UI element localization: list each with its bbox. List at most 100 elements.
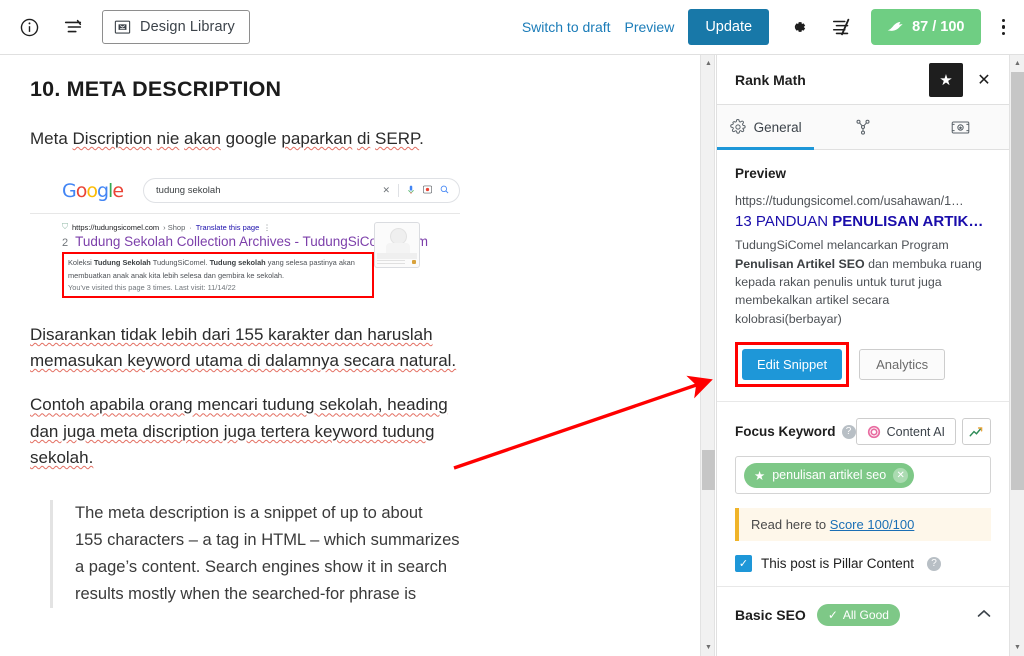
- update-button[interactable]: Update: [688, 9, 770, 45]
- content-ai-button[interactable]: Content AI: [855, 418, 956, 446]
- scrollbar-thumb[interactable]: [1011, 72, 1024, 490]
- design-library-button[interactable]: Design Library: [102, 10, 250, 44]
- scroll-down-arrow-icon[interactable]: ▼: [701, 639, 716, 656]
- rank-math-panel: Rank Math ★ ✕ General Preview https://tu…: [716, 55, 1009, 656]
- post-content-area[interactable]: 10. META DESCRIPTION Meta Discription ni…: [0, 55, 700, 656]
- rank-math-header-actions: ★ ✕: [929, 62, 999, 97]
- microphone-icon[interactable]: [407, 185, 415, 197]
- focus-keyword-actions: Content AI: [855, 418, 991, 446]
- elementor-icon[interactable]: [827, 12, 857, 42]
- editor-app: Design Library Switch to draft Preview U…: [0, 0, 1024, 656]
- panel-scrollbar[interactable]: ▲ ▼: [1009, 55, 1024, 656]
- pillar-content-label: This post is Pillar Content: [761, 556, 915, 572]
- preview-section: Preview https://tudungsicomel.com/usahaw…: [717, 150, 1009, 403]
- paragraph-block-3[interactable]: Contoh apabila orang mencari tudung seko…: [30, 392, 666, 471]
- quote-line-3: a page’s content. Search engines show it…: [75, 557, 448, 576]
- serp-rank-number: 2: [62, 237, 69, 250]
- preview-title[interactable]: 13 PANDUAN PENULISAN ARTIK…: [735, 212, 991, 232]
- close-icon[interactable]: ✕: [382, 185, 390, 196]
- tab-social[interactable]: [912, 105, 1009, 149]
- paragraph-block-2[interactable]: Disarankan tidak lebih dari 155 karakter…: [30, 322, 666, 375]
- serp-thumbnail: [374, 222, 420, 269]
- tab-general[interactable]: General: [717, 105, 815, 150]
- seo-score-value: 87 / 100: [912, 19, 965, 35]
- preview-url: https://tudungsicomel.com/usahawan/1…: [735, 194, 964, 208]
- google-search-box[interactable]: tudung sekolah ✕: [143, 178, 460, 204]
- spellcheck-word: nie: [156, 129, 180, 148]
- rank-math-title: Rank Math: [735, 71, 806, 88]
- quote-text: The meta description is a snippet of up …: [75, 500, 666, 609]
- status-badge-label: All Good: [842, 608, 889, 623]
- pillar-content-row[interactable]: ✓ This post is Pillar Content ?: [735, 555, 991, 573]
- info-icon[interactable]: [14, 12, 44, 42]
- rank-math-icon: [887, 21, 904, 34]
- preview-button[interactable]: Preview: [625, 19, 675, 35]
- rank-math-header: Rank Math ★ ✕: [717, 55, 1009, 105]
- design-library-icon: [113, 18, 132, 37]
- serp-result: ⛉ https://tudungsicomel.com › Shop · Tra…: [30, 214, 460, 303]
- basic-seo-title: Basic SEO: [735, 607, 806, 624]
- paragraph-3-line-1: Contoh apabila orang mencari tudung seko…: [30, 395, 448, 415]
- content-ai-icon: [867, 425, 881, 439]
- search-icon[interactable]: [440, 185, 449, 196]
- close-icon[interactable]: ✕: [969, 65, 999, 95]
- score-link[interactable]: Score 100/100: [830, 517, 915, 532]
- editor-scrollbar[interactable]: ▲ ▼: [700, 55, 715, 656]
- serp-url[interactable]: https://tudungsicomel.com: [72, 223, 159, 232]
- spellcheck-word: akan: [184, 129, 221, 148]
- focus-keyword-section: Focus Keyword ? Content AI ★ penulisan a…: [717, 402, 1009, 588]
- analytics-button[interactable]: Analytics: [859, 349, 946, 381]
- seo-score-badge[interactable]: 87 / 100: [871, 9, 981, 45]
- list-view-icon[interactable]: [58, 12, 88, 42]
- kebab-menu-icon[interactable]: [995, 15, 1013, 40]
- rank-math-body: Preview https://tudungsicomel.com/usahaw…: [717, 150, 1009, 655]
- focus-keyword-header: Focus Keyword ? Content AI: [735, 418, 991, 446]
- rank-math-tabs: General: [717, 105, 1009, 150]
- focus-keyword-label: Focus Keyword: [735, 424, 836, 440]
- serp-visited-note: You've visited this page 3 times. Last v…: [68, 282, 236, 292]
- star-icon: ★: [754, 468, 766, 483]
- trend-icon[interactable]: [962, 418, 991, 446]
- scroll-up-arrow-icon[interactable]: ▲: [1010, 55, 1024, 72]
- quote-block[interactable]: The meta description is a snippet of up …: [50, 499, 666, 609]
- tab-general-label: General: [753, 119, 802, 135]
- google-logo: Google: [62, 179, 124, 202]
- schema-share-icon: [854, 118, 872, 136]
- paragraph-3-line-3: sekolah.: [30, 448, 94, 468]
- kebab-menu-icon[interactable]: ⋮: [263, 223, 270, 232]
- remove-keyword-icon[interactable]: ✕: [893, 467, 909, 483]
- edit-snippet-button[interactable]: Edit Snippet: [742, 349, 843, 381]
- divider: [398, 184, 399, 198]
- spellcheck-word: Discription: [72, 129, 152, 148]
- scroll-down-arrow-icon[interactable]: ▼: [1010, 639, 1024, 656]
- edit-snippet-highlight: Edit Snippet: [735, 342, 850, 388]
- tab-schema[interactable]: [814, 105, 911, 149]
- spellcheck-word: SERP: [375, 129, 420, 148]
- spellcheck-word: di: [357, 129, 371, 148]
- scroll-up-arrow-icon[interactable]: ▲: [701, 55, 716, 72]
- pillar-content-checkbox[interactable]: ✓: [735, 555, 752, 573]
- chevron-up-icon[interactable]: [977, 609, 991, 621]
- paragraph-block-1[interactable]: Meta Discription nie akan google paparka…: [30, 126, 666, 152]
- status-badge[interactable]: ✓ All Good: [816, 604, 900, 627]
- keyword-chip[interactable]: ★ penulisan artikel seo ✕: [744, 462, 915, 488]
- star-icon[interactable]: ★: [929, 62, 963, 97]
- serp-screenshot-block[interactable]: Google tudung sekolah ✕ ⛉ https://tudung…: [30, 172, 460, 304]
- help-icon[interactable]: ?: [841, 424, 856, 439]
- paragraph-3-line-2: dan juga meta discription juga tertera k…: [30, 421, 435, 441]
- social-image-icon: [951, 120, 970, 135]
- shield-icon: ⛉: [62, 222, 68, 232]
- google-lens-icon[interactable]: [423, 185, 432, 196]
- switch-to-draft-button[interactable]: Switch to draft: [522, 19, 611, 35]
- help-icon[interactable]: ?: [927, 556, 942, 571]
- top-toolbar: Design Library Switch to draft Preview U…: [0, 0, 1024, 55]
- serp-translate-link[interactable]: Translate this page: [196, 223, 260, 232]
- quote-line-1: The meta description is a snippet of up …: [75, 503, 423, 522]
- focus-keyword-input[interactable]: ★ penulisan artikel seo ✕: [735, 456, 991, 495]
- google-search-query: tudung sekolah: [156, 185, 221, 197]
- spellcheck-word: paparkan: [281, 129, 353, 148]
- basic-seo-section[interactable]: Basic SEO ✓ All Good: [717, 587, 1009, 643]
- page-title: 10. META DESCRIPTION: [30, 77, 282, 101]
- scrollbar-thumb[interactable]: [702, 450, 715, 490]
- gear-icon[interactable]: [783, 12, 813, 42]
